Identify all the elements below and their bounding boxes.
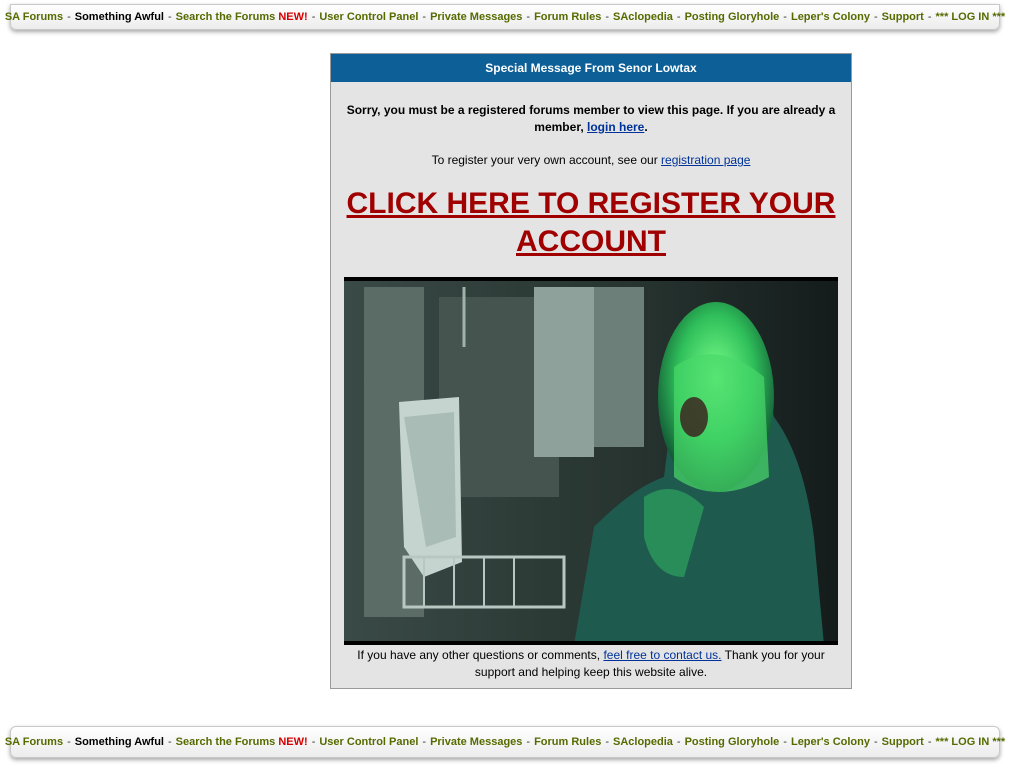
nav-something-awful[interactable]: Something Awful — [75, 736, 164, 748]
nav-something-awful[interactable]: Something Awful — [75, 11, 164, 23]
nav-support[interactable]: Support — [882, 11, 924, 23]
nav-private-messages[interactable]: Private Messages — [430, 736, 522, 748]
nav-login[interactable]: *** LOG IN *** — [936, 11, 1006, 23]
nav-login[interactable]: *** LOG IN *** — [936, 736, 1006, 748]
nav-forum-rules[interactable]: Forum Rules — [534, 11, 601, 23]
nav-search-forums[interactable]: Search the Forums NEW! — [176, 11, 308, 23]
nav-user-control-panel[interactable]: User Control Panel — [319, 736, 418, 748]
register-info-message: To register your very own account, see o… — [431, 153, 751, 167]
nav-lepers-colony[interactable]: Leper's Colony — [791, 736, 870, 748]
gif-scene-illustration — [344, 277, 838, 645]
register-account-link[interactable]: CLICK HERE TO REGISTER YOUR ACCOUNT — [341, 185, 841, 261]
login-link[interactable]: login here — [587, 120, 644, 134]
registration-page-link[interactable]: registration page — [661, 153, 750, 167]
nav-saclopedia[interactable]: SAclopedia — [613, 11, 673, 23]
nav-sa-forums[interactable]: SA Forums — [5, 736, 63, 748]
nav-saclopedia[interactable]: SAclopedia — [613, 736, 673, 748]
bottom-navbar: SA Forums - Something Awful - Search the F… — [5, 726, 1005, 758]
nav-posting-gloryhole[interactable]: Posting Gloryhole — [685, 736, 780, 748]
footer-message: If you have any other questions or comme… — [357, 648, 825, 679]
nav-search-forums[interactable]: Search the Forums NEW! — [176, 736, 308, 748]
special-message-panel: Special Message From Senor Lowtax Sorry,… — [330, 53, 852, 689]
nav-user-control-panel[interactable]: User Control Panel — [319, 11, 418, 23]
nav-lepers-colony[interactable]: Leper's Colony — [791, 11, 870, 23]
nav-posting-gloryhole[interactable]: Posting Gloryhole — [685, 11, 780, 23]
nav-sa-forums[interactable]: SA Forums — [5, 11, 63, 23]
animated-gif-image — [344, 277, 838, 645]
registration-required-message: Sorry, you must be a registered forums m… — [346, 103, 836, 134]
new-badge: NEW! — [278, 11, 308, 23]
nav-private-messages[interactable]: Private Messages — [430, 11, 522, 23]
nav-support[interactable]: Support — [882, 736, 924, 748]
new-badge: NEW! — [278, 736, 308, 748]
panel-header: Special Message From Senor Lowtax — [331, 54, 851, 82]
top-navbar: SA Forums - Something Awful - Search the F… — [5, 4, 1005, 30]
contact-us-link[interactable]: feel free to contact us. — [603, 648, 721, 662]
nav-forum-rules[interactable]: Forum Rules — [534, 736, 601, 748]
